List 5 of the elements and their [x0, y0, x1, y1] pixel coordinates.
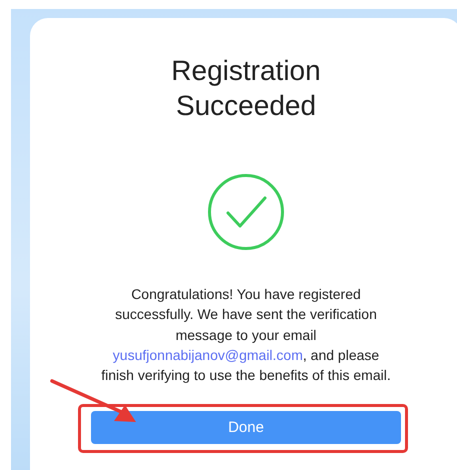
done-button[interactable]: Done — [91, 411, 401, 444]
success-message: Congratulations! You have registered successfully. We have sent the verification message to your email yusufjonnabijanov@gmail.com, and please finish verifying to use the benefits of this email. — [101, 285, 391, 386]
success-check-icon — [207, 173, 285, 251]
dialog-title: Registration Succeeded — [170, 54, 322, 123]
email-link[interactable]: yusufjonnabijanov@gmail.com — [112, 346, 303, 363]
